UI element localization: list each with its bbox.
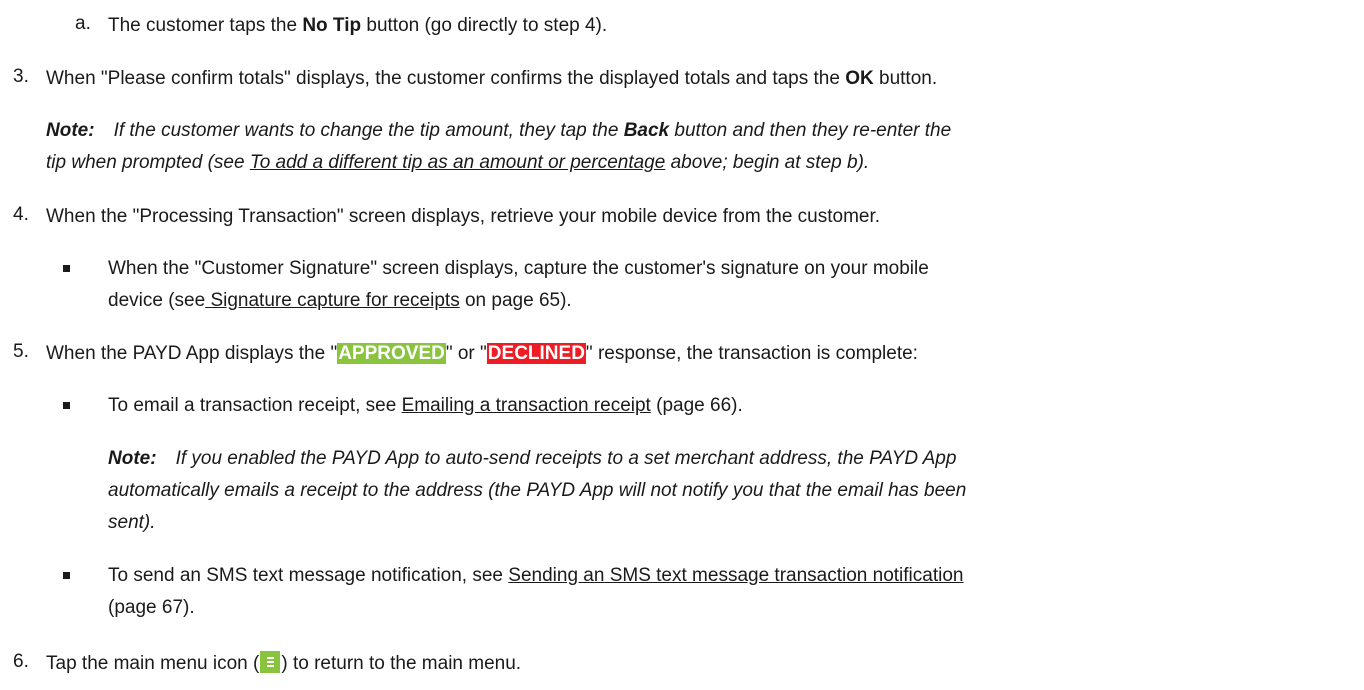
step-5-text-1: When the PAYD App displays the " [46,343,338,364]
email-text-1: To email a transaction receipt, see [108,395,402,416]
step-5-marker: 5. [13,341,29,362]
main-menu-icon [260,651,281,673]
step-4-text: When the "Processing Transaction" screen… [46,206,881,227]
step-5-text: When the PAYD App displays the "APPROVED… [46,341,918,367]
note-2-line-3: sent). [108,512,156,533]
step-6-text-1: Tap the main menu icon ( [46,653,260,674]
sms-text-1: To send an SMS text message notification… [108,565,509,586]
step-6-text: Tap the main menu icon ( ) to return to t… [46,651,521,677]
note-1-line-1: Note: If the customer wants to change the… [46,118,951,144]
email-text-2: (page 66). [650,395,743,416]
note-2-line-1: Note: If you enabled the PAYD App to auto… [108,446,956,472]
step-a-text-1: The customer taps the [108,15,303,36]
sending-sms-link[interactable]: Sending an SMS text message transaction … [508,565,963,586]
note-1-text-a: If the customer wants to change the tip … [113,120,624,141]
sms-bullet-line-2: (page 67). [108,597,195,618]
step-3-marker: 3. [13,66,29,87]
note-1-label: Note: [46,120,95,141]
step-4-marker: 4. [13,204,29,225]
note-1-line-2: tip when prompted (see To add a differen… [46,150,869,176]
step-5-text-3: " response, the transaction is complete: [585,343,918,364]
signature-text-b: on page 65). [459,290,572,311]
no-tip-bold: No Tip [302,15,362,36]
bullet-sms [63,572,70,579]
signature-bullet-line-1: When the "Customer Signature" screen dis… [108,258,929,279]
back-bold: Back [623,120,670,141]
step-a-text: The customer taps the No Tip button (go … [108,13,607,39]
step-6-text-2: ) to return to the main menu. [281,653,522,674]
emailing-receipt-link[interactable]: Emailing a transaction receipt [402,395,651,416]
note-1-text-2b: above; begin at step b). [665,152,870,173]
step-3-text-1: When "Please confirm totals" displays, t… [46,68,846,89]
step-3-text: When "Please confirm totals" displays, t… [46,66,937,92]
bullet-email [63,402,70,409]
step-6-marker: 6. [13,651,29,672]
bullet-signature [63,265,70,272]
note-2-line-2: automatically emails a receipt to the ad… [108,480,967,501]
declined-badge: DECLINED [486,343,586,364]
signature-bullet-line-2: device (see Signature capture for receip… [108,288,572,314]
step-3-text-2: button. [873,68,938,89]
add-different-tip-link[interactable]: To add a different tip as an amount or p… [250,152,665,173]
signature-capture-link[interactable]: Signature capture for receipts [205,290,459,311]
step-a-text-2: button (go directly to step 4). [361,15,608,36]
step-5-text-2: " or " [445,343,487,364]
step-a-marker: a. [75,13,91,34]
note-1-text-2a: tip when prompted (see [46,152,250,173]
note-2-label: Note: [108,448,157,469]
ok-bold: OK [845,68,874,89]
sms-bullet-line-1: To send an SMS text message notification… [108,563,963,589]
note-2-text-1: If you enabled the PAYD App to auto-send… [175,448,957,469]
note-1-text-c: button and then they re-enter the [669,120,952,141]
signature-text-a: device (see [108,290,206,311]
email-bullet-text: To email a transaction receipt, see Emai… [108,393,743,419]
approved-badge: APPROVED [337,343,446,364]
